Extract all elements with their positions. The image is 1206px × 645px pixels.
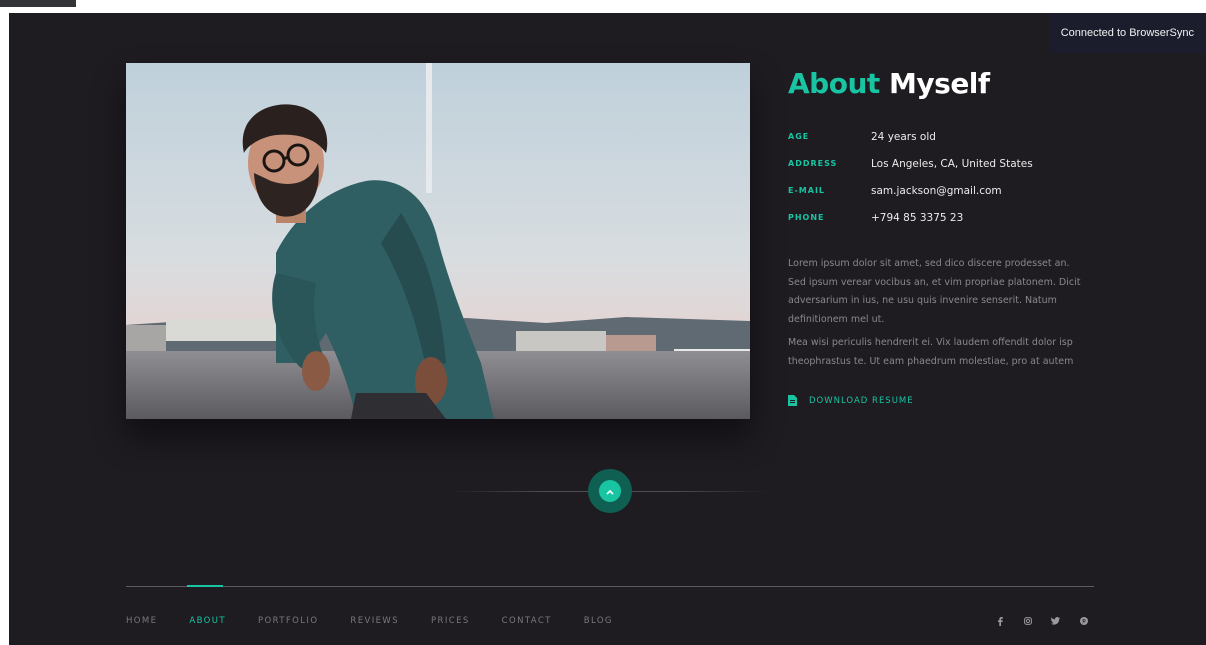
profile-photo [126, 63, 750, 419]
bio-text: Lorem ipsum dolor sit amet, sed dico dis… [788, 255, 1088, 371]
about-title: About Myself [788, 65, 1088, 103]
chevron-up-icon [606, 482, 614, 500]
info-value: sam.jackson@gmail.com [871, 184, 1002, 197]
scroll-up-inner [599, 480, 621, 502]
nav-item-contact[interactable]: CONTACT [502, 616, 552, 626]
twitter-icon[interactable] [1051, 617, 1060, 626]
about-title-rest: Myself [889, 67, 990, 100]
nav-item-home[interactable]: HOME [126, 616, 157, 626]
info-row-age: AGE 24 years old [788, 123, 1088, 150]
about-section: About Myself AGE 24 years old ADDRESS Lo… [788, 65, 1088, 406]
instagram-icon[interactable] [1023, 617, 1032, 626]
nav-item-about[interactable]: ABOUT [189, 616, 226, 626]
info-value: Los Angeles, CA, United States [871, 157, 1033, 170]
info-label: E-MAIL [788, 186, 826, 195]
bio-paragraph: Mea wisi periculis hendrerit ei. Vix lau… [788, 337, 1074, 367]
info-row-address: ADDRESS Los Angeles, CA, United States [788, 150, 1088, 177]
info-label: ADDRESS [788, 159, 838, 168]
nav-item-prices[interactable]: PRICES [431, 616, 470, 626]
document-icon [788, 395, 797, 406]
browsersync-notification: Connected to BrowserSync [1048, 13, 1206, 53]
info-list: AGE 24 years old ADDRESS Los Angeles, CA… [788, 123, 1088, 231]
nav-item-blog[interactable]: BLOG [584, 616, 613, 626]
facebook-icon[interactable] [995, 616, 1004, 626]
bio-paragraph: Lorem ipsum dolor sit amet, sed dico dis… [788, 258, 1081, 325]
download-resume-link[interactable]: DOWNLOAD RESUME [788, 395, 1088, 406]
info-label: AGE [788, 132, 810, 141]
info-value: 24 years old [871, 130, 936, 143]
social-links [995, 614, 1088, 628]
about-title-accent: About [788, 67, 880, 100]
scroll-up-button[interactable] [588, 469, 632, 513]
nav-item-portfolio[interactable]: PORTFOLIO [258, 616, 318, 626]
nav-item-reviews[interactable]: REVIEWS [350, 616, 399, 626]
footer-rule [126, 586, 1094, 587]
pinterest-icon[interactable] [1079, 617, 1088, 626]
info-row-email: E-MAIL sam.jackson@gmail.com [788, 177, 1088, 204]
info-label: PHONE [788, 213, 825, 222]
browser-corner-tab [0, 0, 76, 7]
footer-nav: HOME ABOUT PORTFOLIO REVIEWS PRICES CONT… [126, 614, 645, 628]
nav-active-indicator [187, 585, 223, 587]
info-row-phone: PHONE +794 85 3375 23 [788, 204, 1088, 231]
download-resume-label: DOWNLOAD RESUME [809, 395, 914, 406]
page-root: Connected to BrowserSync About Myself AG… [9, 13, 1206, 645]
info-value: +794 85 3375 23 [871, 211, 964, 224]
